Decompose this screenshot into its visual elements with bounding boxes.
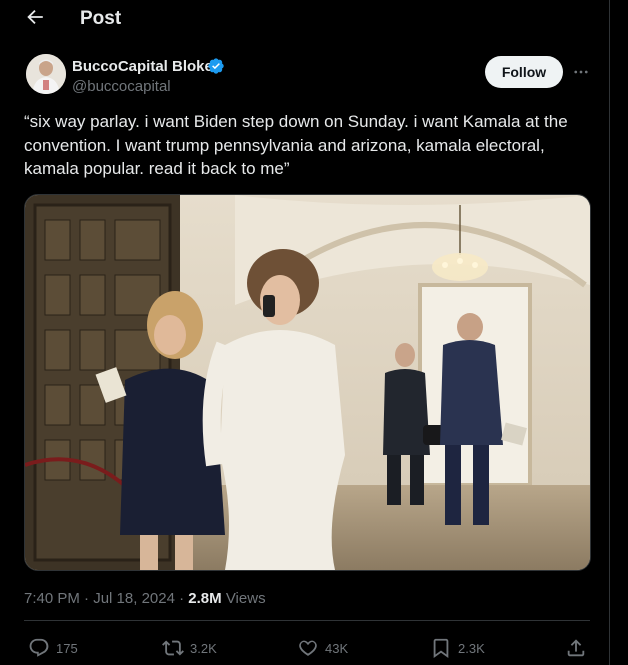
bookmark-button[interactable]: 2.3K	[430, 636, 485, 660]
back-arrow-icon[interactable]	[24, 6, 46, 28]
meta-separator: ·	[79, 590, 94, 607]
bookmark-count: 2.3K	[458, 640, 485, 656]
photo-illustration	[25, 195, 590, 570]
heart-icon	[299, 640, 317, 656]
post-text: “six way parlay. i want Biden step down …	[24, 112, 573, 178]
reply-button[interactable]: 175	[28, 636, 78, 660]
share-button[interactable]	[565, 636, 593, 660]
more-options-icon[interactable]	[572, 63, 590, 81]
like-button[interactable]: 43K	[297, 636, 348, 660]
reply-count: 175	[56, 640, 78, 656]
author-handle[interactable]: @buccocapital	[72, 78, 171, 95]
column-border	[609, 0, 610, 665]
avatar[interactable]	[26, 54, 66, 94]
post-date[interactable]: Jul 18, 2024	[93, 590, 175, 607]
post-time[interactable]: 7:40 PM	[24, 590, 80, 607]
views-count: 2.8M	[188, 590, 222, 607]
post-meta: 7:40 PM · Jul 18, 2024 · 2.8M Views	[24, 590, 266, 607]
views-label: Views	[221, 590, 266, 607]
like-count: 43K	[325, 640, 349, 656]
share-icon	[567, 639, 585, 657]
reply-icon	[29, 638, 49, 657]
page-title: Post	[80, 8, 122, 29]
repost-icon	[162, 640, 184, 656]
post-photo[interactable]	[24, 194, 591, 571]
repost-button[interactable]: 3.2K	[162, 636, 217, 660]
bookmark-icon	[433, 638, 449, 659]
follow-button[interactable]: Follow	[485, 56, 563, 88]
verified-badge-icon	[208, 58, 224, 74]
divider	[24, 620, 590, 621]
repost-count: 3.2K	[190, 640, 217, 656]
meta-separator: ·	[174, 590, 189, 607]
author-name[interactable]: BuccoCapital Bloke	[72, 58, 213, 75]
post-header: Post	[0, 0, 610, 38]
